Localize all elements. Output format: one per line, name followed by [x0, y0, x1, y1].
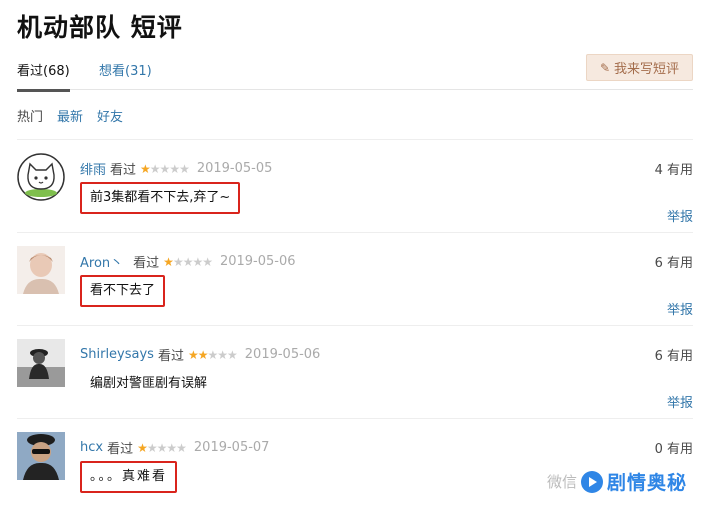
comment-text: 前3集都看不下去,弃了~ — [80, 182, 241, 214]
avatar[interactable] — [17, 339, 65, 387]
star-icon: ★★★★ — [149, 161, 190, 176]
avatar[interactable] — [17, 153, 65, 201]
star-rating: ★★★★★ — [137, 440, 187, 455]
comment-item: Shirleysays 看过 ★★★★★ 2019-05-06 6 有用 编剧对… — [17, 326, 693, 419]
watermark-name: 剧情奥秘 — [606, 472, 687, 494]
report-link[interactable]: 举报 — [667, 299, 693, 318]
useful-votes[interactable]: 6 有用 — [655, 345, 693, 364]
star-icon: ★★★★ — [172, 254, 213, 269]
star-icon: ★ — [140, 161, 151, 176]
report-link[interactable]: 举报 — [667, 392, 693, 411]
filter-hot[interactable]: 热门 — [17, 106, 43, 125]
filter-latest[interactable]: 最新 — [57, 106, 83, 125]
watermark: 微信 剧情奥秘 — [547, 468, 687, 495]
play-logo-icon — [580, 470, 603, 493]
comment-text: 看不下去了 — [80, 275, 166, 307]
comment-item: hcx 看过 ★★★★★ 2019-05-07 0 有用 。。。真难看 — [17, 419, 693, 512]
report-link[interactable]: 举报 — [667, 206, 693, 225]
page-title: 机动部队 短评 — [17, 13, 183, 42]
comment-meta: Aron丶 看过 ★★★★★ 2019-05-06 — [80, 252, 296, 271]
comment-item: Aron丶 看过 ★★★★★ 2019-05-06 6 有用 看不下去了 举报 — [17, 233, 693, 326]
comment-date: 2019-05-07 — [193, 440, 270, 455]
comment-text: 编剧对警匪剧有误解 — [90, 376, 208, 391]
username-link[interactable]: Aron丶 — [80, 252, 123, 271]
star-icon: ★ — [163, 254, 174, 269]
username-link[interactable]: hcx — [80, 440, 103, 455]
comment-date: 2019-05-06 — [219, 254, 296, 269]
watch-status: 看过 — [133, 256, 160, 271]
avatar[interactable] — [17, 432, 65, 480]
useful-votes[interactable]: 4 有用 — [655, 159, 693, 178]
watch-status: 看过 — [110, 163, 137, 178]
watch-status: 看过 — [107, 442, 134, 457]
comment-meta: hcx 看过 ★★★★★ 2019-05-07 — [80, 438, 269, 457]
star-icon: ★ — [137, 440, 148, 455]
star-icon: ★★★ — [207, 347, 238, 362]
comment-text: 。。。真难看 — [80, 461, 178, 493]
useful-votes[interactable]: 6 有用 — [655, 252, 693, 271]
watermark-prefix: 微信 — [546, 473, 577, 491]
avatar[interactable] — [17, 246, 65, 294]
star-rating: ★★★★★ — [187, 347, 238, 362]
comment-date: 2019-05-06 — [244, 347, 321, 362]
star-rating: ★★★★★ — [163, 254, 213, 269]
username-link[interactable]: 绯雨 — [80, 159, 106, 178]
filter-friends[interactable]: 好友 — [97, 106, 123, 125]
comment-date: 2019-05-05 — [196, 161, 273, 176]
comment-meta: 绯雨 看过 ★★★★★ 2019-05-05 — [80, 159, 272, 178]
tab-want-to-watch[interactable]: 想看(31) — [99, 60, 152, 79]
username-link[interactable]: Shirleysays — [80, 347, 154, 362]
write-review-label: 我来写短评 — [614, 62, 680, 77]
star-rating: ★★★★★ — [140, 161, 190, 176]
sort-filters: 热门 最新 好友 — [17, 106, 123, 125]
star-icon: ★★★★ — [146, 440, 187, 455]
comment-item: 绯雨 看过 ★★★★★ 2019-05-05 4 有用 前3集都看不下去,弃了~… — [17, 140, 693, 233]
useful-votes[interactable]: 0 有用 — [655, 438, 693, 457]
star-icon: ★★ — [187, 347, 208, 362]
tab-watched[interactable]: 看过(68) — [17, 60, 70, 92]
pencil-icon: ✎ — [599, 60, 611, 75]
comment-meta: Shirleysays 看过 ★★★★★ 2019-05-06 — [80, 345, 320, 364]
watch-status: 看过 — [157, 349, 184, 364]
write-review-button[interactable]: ✎ 我来写短评 — [586, 54, 693, 81]
